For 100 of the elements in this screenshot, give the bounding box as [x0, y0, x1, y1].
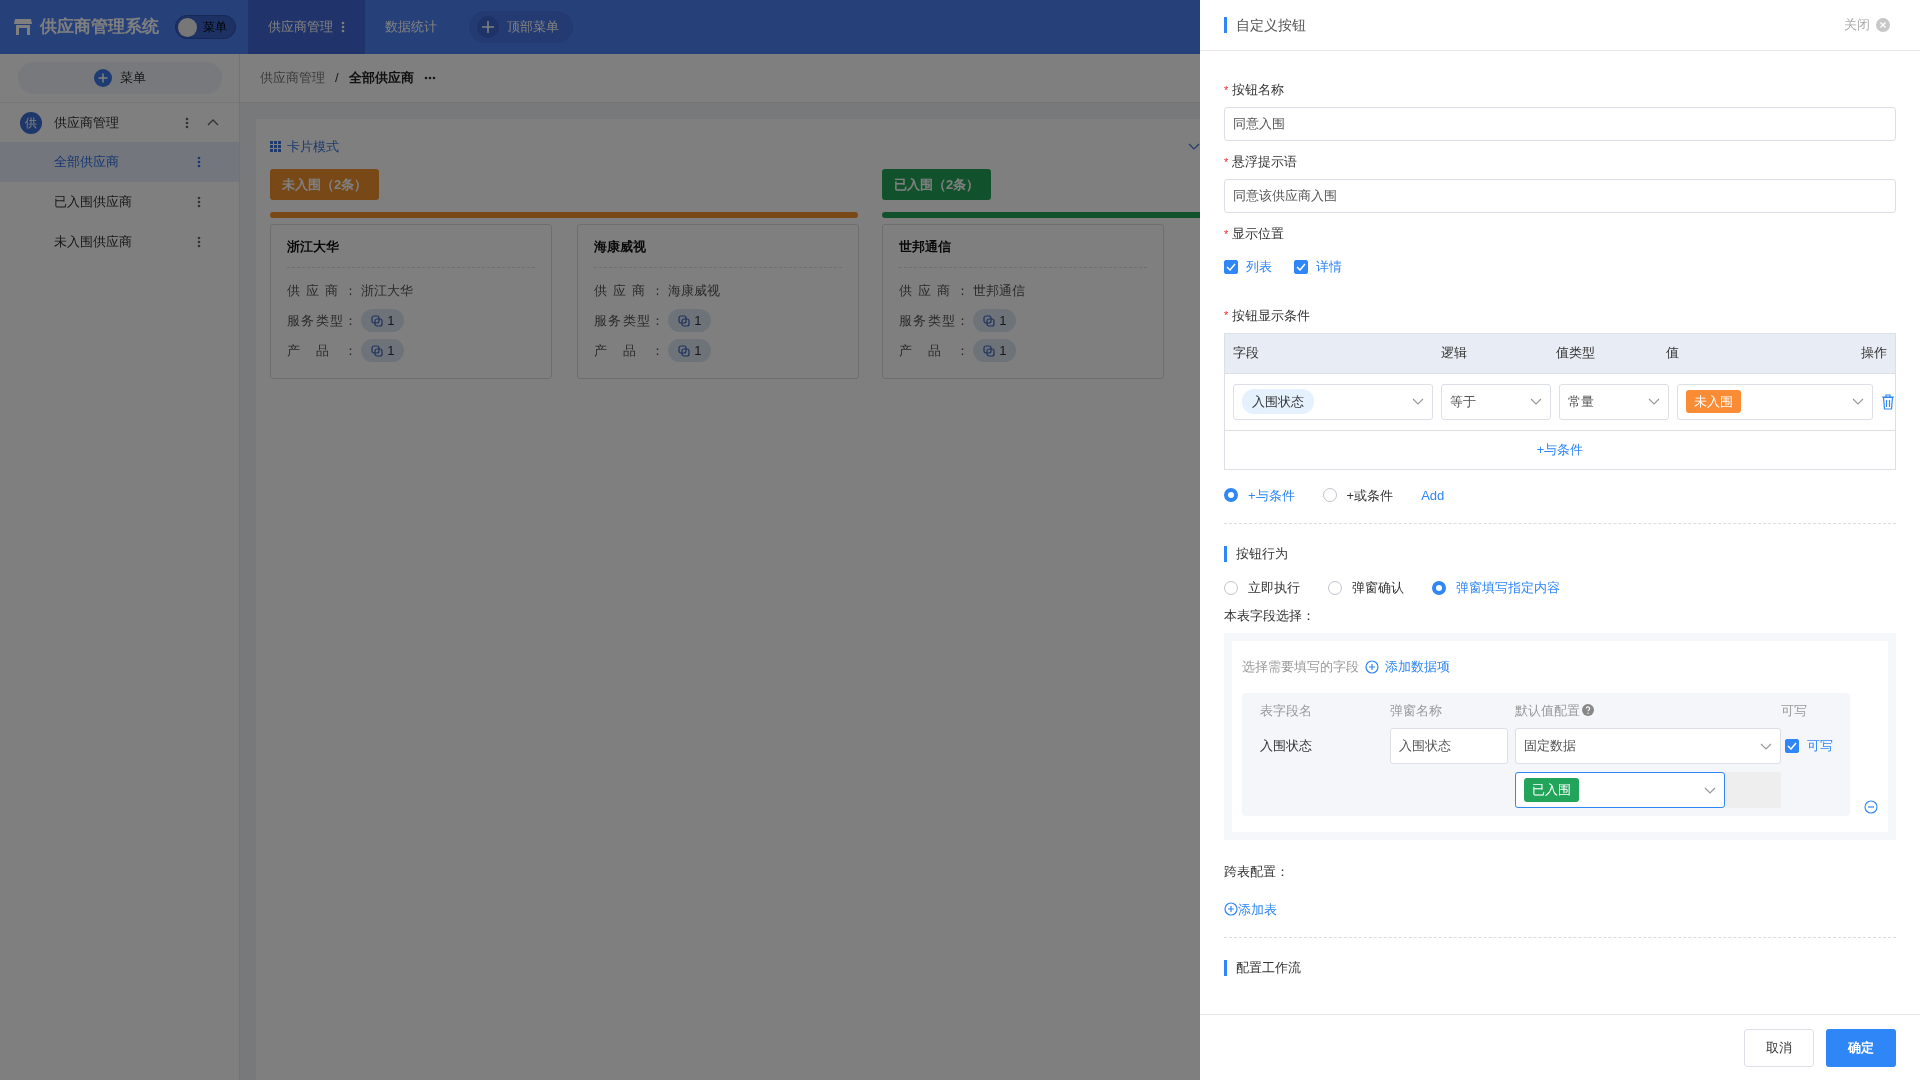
delete-button[interactable] [1881, 393, 1895, 410]
field-label: 本表字段选择： [1224, 606, 1316, 625]
value-select[interactable]: 未入围 [1677, 383, 1873, 420]
count-chip: 1 [668, 308, 712, 333]
radio-option[interactable]: 弹窗填写指定内容 [1432, 578, 1560, 598]
more-icon[interactable] [185, 116, 189, 129]
default-type-select[interactable]: 固定数据 [1515, 728, 1781, 764]
sidebar-item[interactable]: 已入围供应商 [0, 182, 239, 222]
confirm-button[interactable]: 确定 [1826, 1028, 1896, 1067]
cancel-button[interactable]: 取消 [1744, 1028, 1814, 1067]
select-value: 等于 [1450, 392, 1476, 411]
group-badge: 供 [20, 111, 42, 134]
field-label: 服务类型： [287, 311, 358, 330]
drawer-title: 自定义按钮 [1224, 17, 1306, 33]
card-title: 海康威视 [594, 237, 842, 268]
field-label: 供应商： [899, 281, 970, 300]
logic-select[interactable]: 等于 [1441, 383, 1551, 420]
field-label: 悬浮提示语 [1232, 153, 1298, 172]
add-condition-link[interactable]: +与条件 [1536, 439, 1584, 460]
add-menu-button[interactable]: 菜单 [18, 62, 222, 94]
sidebar-item[interactable]: 全部供应商 [0, 142, 239, 182]
link-icon [983, 314, 996, 327]
field-value: 世邦通信 [973, 281, 1026, 300]
grid-icon [270, 141, 281, 153]
text-field[interactable]: 同意该供应商入围 [1224, 179, 1896, 213]
column-header: 逻辑 [1441, 344, 1468, 363]
add-table-link[interactable]: 添加表 [1224, 899, 1277, 919]
help-icon [1582, 704, 1594, 717]
field-label: 按钮显示条件 [1232, 306, 1311, 325]
plus-circle-icon [1365, 659, 1379, 674]
plus-circle-icon [1224, 902, 1238, 917]
chevron-down-icon [1188, 143, 1200, 151]
add-data-item-link[interactable]: 添加数据项 [1385, 657, 1450, 677]
checkbox[interactable] [1294, 259, 1308, 274]
more-icon[interactable] [197, 156, 201, 168]
close-button[interactable]: 关闭 [1838, 14, 1896, 36]
select-value: 固定数据 [1524, 737, 1576, 756]
column-header: 默认值配置 [1515, 701, 1580, 720]
radio-option[interactable]: 弹窗确认 [1328, 578, 1404, 598]
column-header: 值类型 [1556, 344, 1596, 363]
default-value-select[interactable]: 已入围 [1515, 772, 1725, 808]
text-field[interactable]: 同意入围 [1224, 107, 1896, 141]
value-type-select[interactable]: 常量 [1559, 383, 1669, 420]
check-icon [1787, 742, 1797, 750]
more-icon[interactable] [197, 196, 201, 208]
field-tag: 入围状态 [1242, 388, 1314, 415]
field-value: 海康威视 [668, 281, 721, 300]
card-title: 世邦通信 [899, 237, 1147, 268]
radio-option[interactable]: +或条件 [1322, 485, 1394, 505]
chevron-down-icon [1412, 398, 1424, 405]
chevron-up-icon [207, 119, 219, 126]
supplier-card[interactable]: 海康威视 供应商： 海康威视 服务类型： 1 产品： 1 [577, 224, 859, 379]
field-label: 服务类型： [899, 311, 970, 330]
field-select[interactable]: 入围状态 [1233, 383, 1433, 420]
chevron-down-icon [1530, 398, 1542, 405]
breadcrumb-item[interactable]: 供应商管理 [260, 68, 325, 88]
hint-text: 选择需要填写的字段 [1242, 658, 1359, 676]
checkbox[interactable] [1785, 739, 1799, 753]
supplier-card[interactable]: 世邦通信 供应商： 世邦通信 服务类型： 1 产品： 1 [882, 224, 1164, 379]
more-icon[interactable] [341, 21, 345, 33]
status-tag: 未入围 [1686, 389, 1741, 414]
sidebar-item[interactable]: 未入围供应商 [0, 222, 239, 262]
plus-icon [94, 69, 112, 87]
section-title: 配置工作流 [1224, 960, 1896, 976]
plus-icon [477, 16, 499, 38]
column-header: 可写 [1781, 701, 1807, 720]
field-label: 产品： [287, 341, 358, 360]
supplier-card[interactable]: 浙江大华 供应商： 浙江大华 服务类型： 1 产品： 1 [270, 224, 552, 379]
radio-option[interactable]: +与条件 [1224, 485, 1295, 505]
top-nav-tab[interactable]: 供应商管理 [248, 0, 365, 54]
link-icon [371, 344, 384, 357]
table-cell-text: 入围状态 [1260, 737, 1313, 756]
text-field[interactable]: 入围状态 [1390, 728, 1508, 764]
view-mode-dropdown[interactable]: 卡片模式 [287, 137, 339, 157]
field-label: 服务类型： [594, 311, 665, 330]
add-top-menu-button[interactable]: 顶部菜单 [469, 11, 573, 43]
more-icon[interactable] [423, 76, 436, 80]
chevron-down-icon [1704, 786, 1716, 794]
field-label: 供应商： [594, 281, 665, 300]
field-label: 产品： [594, 341, 665, 360]
count-chip: 1 [361, 338, 405, 363]
more-icon[interactable] [197, 236, 201, 248]
link-icon [983, 344, 996, 357]
add-link[interactable]: Add [1421, 485, 1445, 505]
checkbox[interactable] [1224, 259, 1238, 274]
count-chip: 1 [973, 338, 1017, 363]
checkbox-label[interactable]: 详情 [1316, 257, 1342, 277]
checkbox-label[interactable]: 可写 [1807, 736, 1833, 756]
column-header: 操作 [1861, 344, 1887, 363]
checkbox-label[interactable]: 列表 [1246, 257, 1272, 277]
required-mark: * [1224, 82, 1229, 98]
breadcrumb-separator: / [335, 69, 339, 88]
check-icon [1296, 262, 1306, 271]
required-mark: * [1224, 226, 1229, 242]
radio-option[interactable]: 立即执行 [1224, 578, 1300, 598]
top-nav-tab[interactable]: 数据统计 [365, 0, 457, 54]
chevron-down-icon [1852, 398, 1864, 405]
app-title: 供应商管理系统 [40, 16, 159, 39]
remove-icon[interactable] [1864, 800, 1878, 814]
store-icon [14, 18, 32, 36]
